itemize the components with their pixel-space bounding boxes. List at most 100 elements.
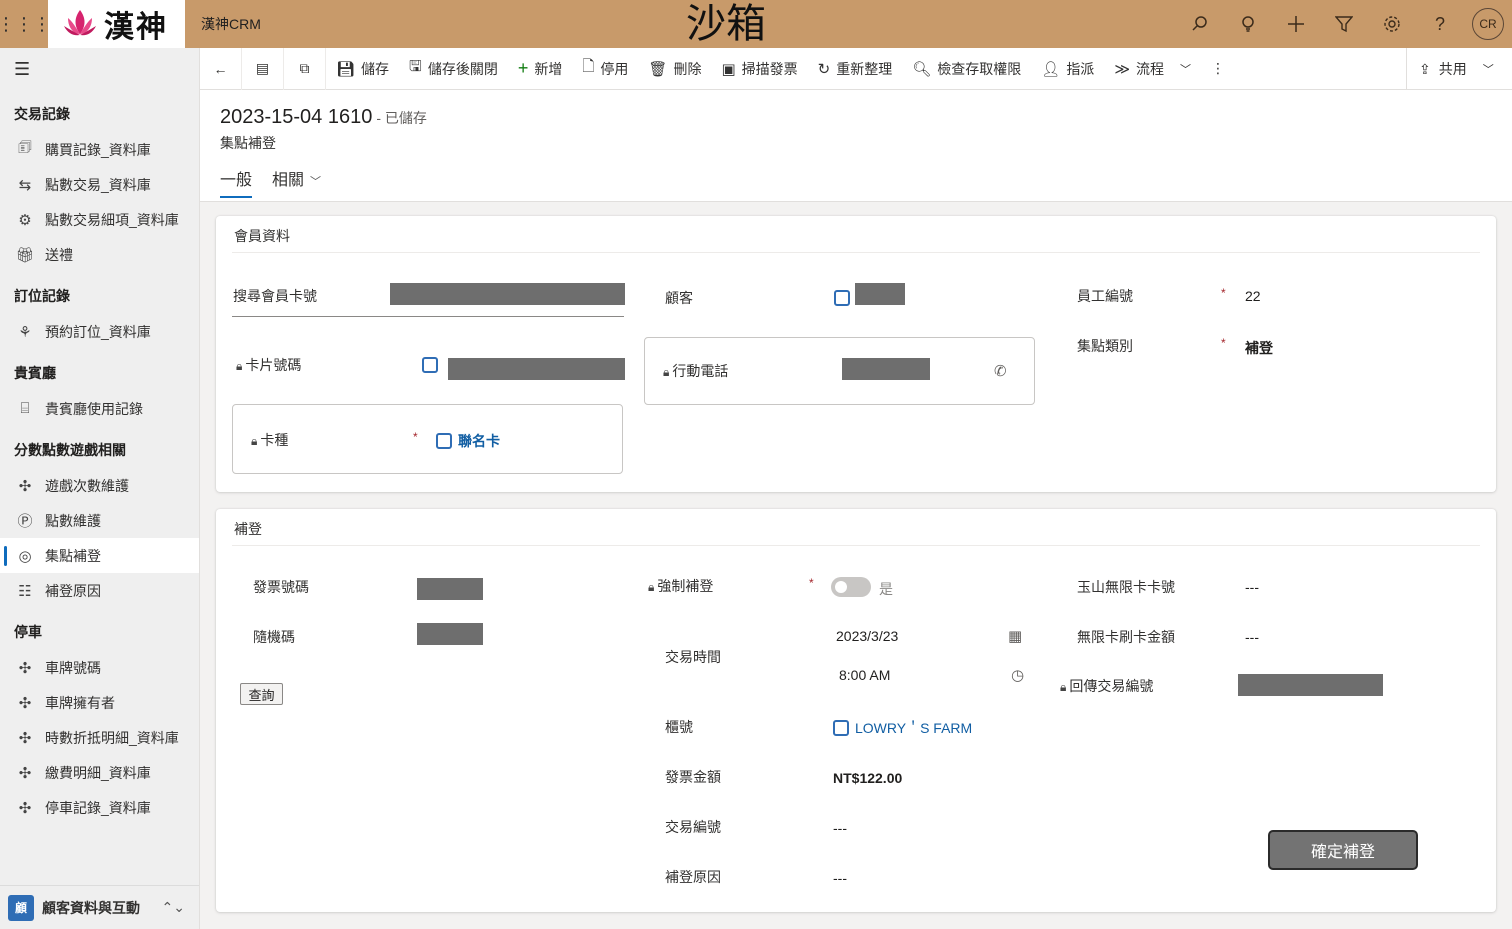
share-icon: ⇪: [1419, 60, 1431, 77]
confirm-supplement-button[interactable]: 確定補登: [1268, 830, 1418, 870]
random-code-input[interactable]: [417, 623, 483, 645]
app-name[interactable]: 漢神CRM: [201, 14, 261, 34]
counter-link[interactable]: LOWRY＇S FARM: [833, 718, 972, 738]
force-supplement-toggle[interactable]: [831, 577, 871, 597]
sidebar-item-label: 集點補登: [45, 547, 101, 564]
supplement-reason-value[interactable]: ---: [833, 870, 847, 886]
section-title: 會員資料: [234, 228, 290, 244]
help-icon[interactable]: ?: [1416, 0, 1464, 48]
lightbulb-icon[interactable]: [1224, 0, 1272, 48]
sidebar-item-point-transaction-details[interactable]: ⚙ 點數交易細項_資料庫: [0, 202, 199, 237]
required-asterisk: *: [809, 576, 814, 590]
txn-time-label: 交易時間: [665, 649, 721, 665]
return-txn-label: 🔒︎ 回傳交易編號: [1060, 676, 1153, 696]
sidebar-item-label: 預約訂位_資料庫: [45, 323, 151, 340]
assign-button[interactable]: 👤︎ 指派: [1031, 48, 1104, 90]
invoice-number-label: 發票號碼: [253, 579, 309, 595]
key-search-icon: 🔍︎: [912, 60, 932, 78]
filter-icon[interactable]: [1320, 0, 1368, 48]
unlimited-amount-label: 無限卡刷卡金額: [1077, 629, 1175, 645]
invoice-amount-value[interactable]: NT$122.00: [833, 770, 902, 786]
force-supplement-value: 是: [879, 581, 893, 597]
sidebar-item-point-transactions[interactable]: ⇆ 點數交易_資料庫: [0, 167, 199, 202]
calendar-icon[interactable]: ▦: [1008, 627, 1022, 645]
check-access-button[interactable]: 🔍︎ 檢查存取權限: [902, 48, 1031, 90]
flow-button[interactable]: ≫ 流程 ﹀: [1104, 48, 1201, 90]
brand-logo: 漢神: [48, 0, 185, 48]
card-type-label-text: 卡種: [260, 432, 289, 448]
save-button[interactable]: 💾︎ 儲存: [326, 48, 399, 90]
sidebar-item-payment-details[interactable]: ✣ 繳費明細_資料庫: [0, 755, 199, 790]
area-switcher[interactable]: 顧 顧客資料與互動 ⌃⌄: [0, 885, 199, 929]
sidebar-item-supplement-reason[interactable]: ☷ 補登原因: [0, 573, 199, 608]
search-icon[interactable]: [1176, 0, 1224, 48]
tab-label: 一般: [220, 172, 253, 189]
hamburger-menu-icon[interactable]: ☰: [0, 48, 199, 90]
reservation-icon: ⚘: [18, 323, 32, 341]
esun-card-value[interactable]: ---: [1245, 579, 1259, 595]
sidebar-item-reservations[interactable]: ⚘ 預約訂位_資料庫: [0, 314, 199, 349]
sidebar-item-vip-lounge[interactable]: ⌸ 貴賓廳使用記錄: [0, 391, 199, 426]
new-button[interactable]: + 新增: [508, 48, 573, 90]
sidebar-item-parking-records[interactable]: ✣ 停車記錄_資料庫: [0, 790, 199, 825]
back-button[interactable]: ←: [200, 47, 242, 90]
open-new-window-button[interactable]: ⧉: [284, 47, 326, 90]
unlimited-amount-value[interactable]: ---: [1245, 629, 1259, 645]
tab-general[interactable]: 一般: [220, 166, 253, 198]
member-info-section: 會員資料 搜尋會員卡號 🔒︎ 卡片號碼 🔒︎ 卡種 * 聯名卡 顧客 🔒︎ 行動電話 …: [216, 216, 1496, 492]
sidebar-item-label: 點數交易細項_資料庫: [45, 211, 179, 228]
sidebar-item-label: 點數維護: [45, 512, 101, 529]
invoice-amount-label: 發票金額: [665, 769, 721, 785]
card-type-value: 聯名卡: [458, 433, 500, 449]
tab-related[interactable]: 相關 ﹀: [272, 166, 321, 198]
sidebar-item-purchase-records[interactable]: 🗊 購買記錄_資料庫: [0, 132, 199, 167]
scan-invoice-label: 掃描發票: [741, 60, 798, 77]
app-launcher-icon[interactable]: ⋮⋮⋮: [0, 0, 51, 48]
sidebar-item-gift[interactable]: 🎁︎ 送禮: [0, 237, 199, 272]
card-number-value[interactable]: [448, 358, 625, 380]
more-commands-button[interactable]: ⋮: [1201, 48, 1235, 90]
sidebar-item-points-maintenance[interactable]: Ⓟ 點數維護: [0, 503, 199, 538]
stamp-icon: ◎: [18, 547, 32, 565]
exchange-icon: ⇆: [18, 176, 32, 194]
avatar[interactable]: CR: [1472, 8, 1504, 40]
point-category-value[interactable]: 補登: [1245, 338, 1273, 358]
sidebar-item-game-count[interactable]: ✣ 遊戲次數維護: [0, 468, 199, 503]
sidebar-item-plate-owner[interactable]: ✣ 車牌擁有者: [0, 685, 199, 720]
customer-value[interactable]: [855, 283, 905, 305]
environment-label: 沙箱: [686, 1, 766, 47]
chevron-down-icon: ﹀: [1180, 63, 1192, 76]
txn-number-value[interactable]: ---: [833, 820, 847, 836]
counter-value: LOWRY＇S FARM: [855, 720, 973, 736]
divider: [232, 316, 624, 317]
lounge-icon: ⌸: [20, 400, 30, 417]
share-button[interactable]: ⇪ 共用 ﹀: [1406, 48, 1512, 90]
phone-icon[interactable]: ✆: [994, 362, 1007, 380]
invoice-number-input[interactable]: [417, 578, 483, 600]
employee-id-value[interactable]: 22: [1245, 288, 1261, 304]
chevron-down-icon: ﹀: [1482, 64, 1494, 76]
card-type-link[interactable]: 聯名卡: [436, 431, 500, 451]
scan-invoice-button[interactable]: ▣ 掃描發票: [711, 48, 807, 90]
query-button[interactable]: 查詢: [240, 683, 283, 705]
search-card-input[interactable]: [390, 283, 625, 305]
area-label: 顧客資料與互動: [42, 899, 140, 916]
sidebar-item-hour-discount[interactable]: ✣ 時數折抵明細_資料庫: [0, 720, 199, 755]
sidebar-item-label: 補登原因: [45, 582, 101, 599]
delete-button[interactable]: 🗑︎ 刪除: [638, 48, 711, 90]
txn-time-input[interactable]: 8:00 AM: [839, 667, 890, 683]
record-set-button[interactable]: ▤: [242, 47, 284, 90]
sidebar-item-point-supplement[interactable]: ◎ 集點補登: [0, 538, 199, 573]
entity-name: 集點補登: [220, 135, 276, 151]
sidebar-group-title: 貴賓廳: [14, 365, 56, 381]
clock-icon[interactable]: ◷: [1011, 666, 1024, 684]
deactivate-button[interactable]: 🗋 停用: [572, 48, 638, 90]
plus-icon[interactable]: [1272, 0, 1320, 48]
save-close-button[interactable]: 🖫 儲存後關閉: [399, 48, 508, 90]
sidebar-item-plate-number[interactable]: ✣ 車牌號碼: [0, 650, 199, 685]
refresh-button[interactable]: ↻ 重新整理: [808, 48, 903, 90]
mobile-value: [842, 358, 930, 380]
sidebar-item-label: 送禮: [45, 246, 73, 263]
txn-date-input[interactable]: 2023/3/23: [836, 628, 898, 644]
gear-icon[interactable]: [1368, 0, 1416, 48]
